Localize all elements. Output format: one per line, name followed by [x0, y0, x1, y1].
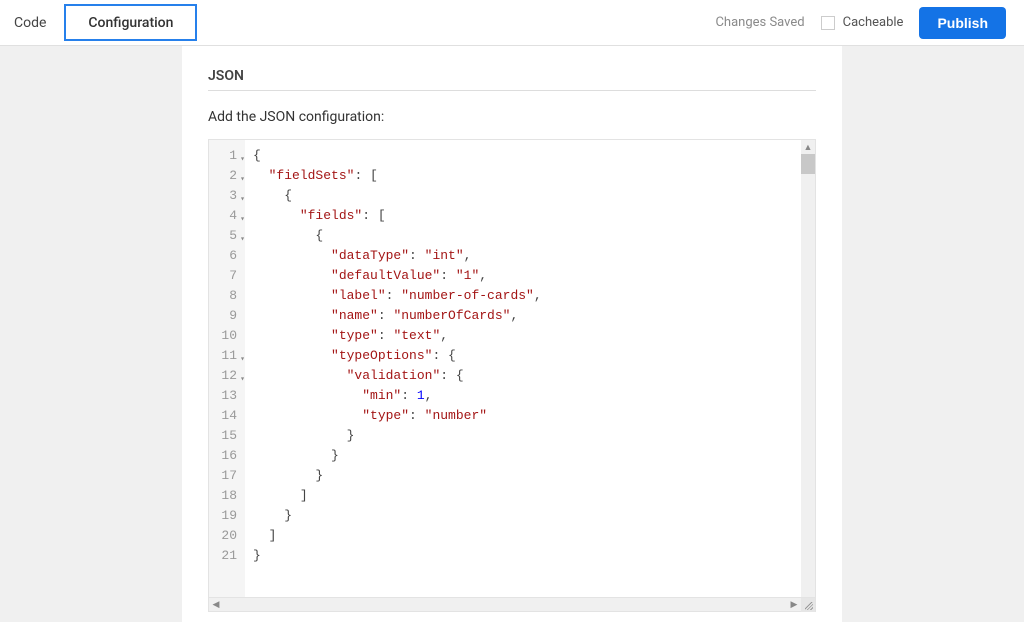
code-line[interactable]: { [253, 226, 793, 246]
code-line[interactable]: } [253, 446, 793, 466]
gutter-line: 15 [209, 426, 245, 446]
gutter-line: 4▾ [209, 206, 245, 226]
scroll-up-icon[interactable]: ▲ [801, 140, 815, 154]
tab-bar: Code Configuration [0, 0, 201, 45]
publish-button[interactable]: Publish [919, 7, 1006, 39]
gutter-line: 14 [209, 406, 245, 426]
gutter-line: 9 [209, 306, 245, 326]
horizontal-scrollbar[interactable]: ◀ ▶ [209, 598, 801, 611]
editor-code[interactable]: { "fieldSets": [ { "fields": [ { "dataTy… [245, 140, 801, 597]
scroll-left-icon[interactable]: ◀ [209, 598, 223, 612]
code-line[interactable]: "dataType": "int", [253, 246, 793, 266]
code-line[interactable]: { [253, 186, 793, 206]
code-line[interactable]: ] [253, 526, 793, 546]
gutter-line: 8 [209, 286, 245, 306]
gutter-line: 17 [209, 466, 245, 486]
code-line[interactable]: } [253, 426, 793, 446]
gutter-line: 1▾ [209, 146, 245, 166]
tab-code[interactable]: Code [0, 0, 60, 45]
gutter-line: 20 [209, 526, 245, 546]
tab-configuration[interactable]: Configuration [64, 4, 197, 41]
toolbar-right: Changes Saved Cacheable Publish [715, 0, 1024, 45]
code-line[interactable]: "name": "numberOfCards", [253, 306, 793, 326]
vertical-scroll-thumb[interactable] [801, 154, 815, 174]
code-line[interactable]: } [253, 506, 793, 526]
vertical-scrollbar[interactable]: ▲ [801, 140, 815, 597]
cacheable-label: Cacheable [843, 15, 904, 30]
gutter-line: 18 [209, 486, 245, 506]
code-line[interactable]: "fields": [ [253, 206, 793, 226]
checkbox-icon[interactable] [821, 16, 835, 30]
gutter-line: 16 [209, 446, 245, 466]
editor-gutter: 1▾2▾3▾4▾5▾67891011▾12▾131415161718192021 [209, 140, 245, 597]
code-line[interactable]: ] [253, 486, 793, 506]
code-line[interactable]: "defaultValue": "1", [253, 266, 793, 286]
resize-grip-icon[interactable] [801, 598, 815, 612]
code-line[interactable]: "label": "number-of-cards", [253, 286, 793, 306]
gutter-line: 13 [209, 386, 245, 406]
code-line[interactable]: "type": "text", [253, 326, 793, 346]
code-line[interactable]: } [253, 546, 793, 566]
scroll-right-icon[interactable]: ▶ [787, 598, 801, 612]
gutter-line: 5▾ [209, 226, 245, 246]
code-line[interactable]: "typeOptions": { [253, 346, 793, 366]
gutter-line: 21 [209, 546, 245, 566]
config-panel: JSON Add the JSON configuration: 1▾2▾3▾4… [182, 46, 842, 622]
code-line[interactable]: "type": "number" [253, 406, 793, 426]
cacheable-toggle[interactable]: Cacheable [821, 15, 904, 30]
save-status: Changes Saved [715, 15, 804, 30]
code-line[interactable]: "fieldSets": [ [253, 166, 793, 186]
code-line[interactable]: } [253, 466, 793, 486]
gutter-line: 2▾ [209, 166, 245, 186]
gutter-line: 19 [209, 506, 245, 526]
horizontal-scroll-row: ◀ ▶ [208, 598, 816, 612]
code-line[interactable]: "validation": { [253, 366, 793, 386]
gutter-line: 6 [209, 246, 245, 266]
json-editor[interactable]: 1▾2▾3▾4▾5▾67891011▾12▾131415161718192021… [208, 139, 816, 598]
gutter-line: 10 [209, 326, 245, 346]
section-title-json: JSON [208, 68, 816, 91]
gutter-line: 12▾ [209, 366, 245, 386]
code-line[interactable]: { [253, 146, 793, 166]
top-toolbar: Code Configuration Changes Saved Cacheab… [0, 0, 1024, 46]
code-line[interactable]: "min": 1, [253, 386, 793, 406]
config-hint: Add the JSON configuration: [208, 109, 816, 125]
content-area: JSON Add the JSON configuration: 1▾2▾3▾4… [0, 46, 1024, 622]
gutter-line: 11▾ [209, 346, 245, 366]
gutter-line: 7 [209, 266, 245, 286]
gutter-line: 3▾ [209, 186, 245, 206]
